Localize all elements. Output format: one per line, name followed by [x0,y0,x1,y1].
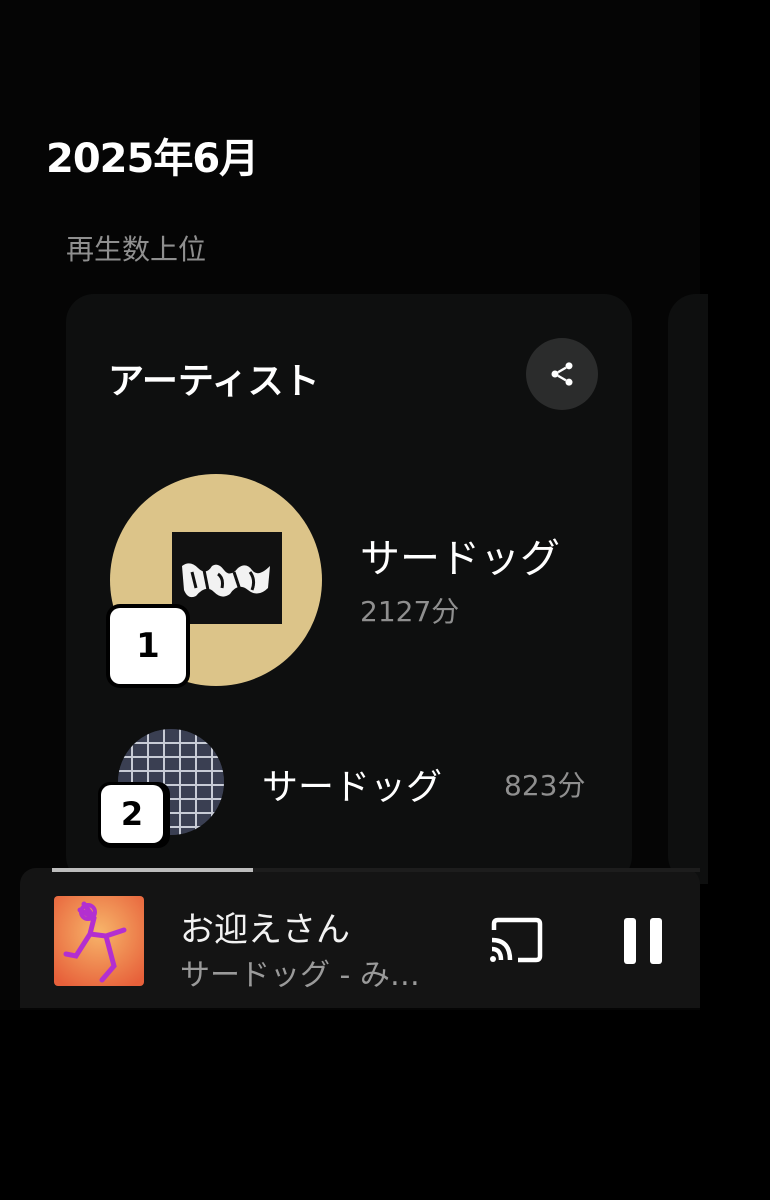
now-playing-artwork[interactable] [54,896,144,986]
next-card-peek[interactable] [668,294,708,884]
artist-2-name: サードッグ [262,767,443,808]
progress-bar[interactable] [52,868,253,872]
cast-button[interactable] [488,916,546,964]
rank-badge-2: 2 [98,782,170,848]
artist-1-banner-graphic [172,532,282,624]
artist-1-name: サードッグ [360,536,560,582]
artist-1-minutes: 2127分 [360,595,460,628]
pause-icon-bar [650,918,662,964]
pause-icon [624,918,636,964]
painted-lettering-graphic [182,563,270,598]
track-subtitle: サードッグ - み… [180,958,420,993]
rank-1-number: 1 [110,608,186,684]
track-title: お迎えさん [180,910,350,950]
share-button[interactable] [526,338,598,410]
rank-2-number: 2 [101,785,163,843]
month-title: 2025年6月 [46,136,259,182]
top-artists-card[interactable]: アーティスト 1 サードッグ 2127分 2 サードッグ 823分 [66,294,632,884]
share-icon [551,362,573,386]
card-title: アーティスト [108,361,320,402]
section-label: 再生数上位 [66,233,207,266]
pause-button[interactable] [624,918,664,964]
cast-icon [490,917,543,963]
artist-2-minutes: 823分 [504,769,586,802]
album-art-graphic [54,896,144,986]
rank-badge-1: 1 [106,604,190,688]
mini-player[interactable]: お迎えさん サードッグ - み… [20,868,700,1008]
